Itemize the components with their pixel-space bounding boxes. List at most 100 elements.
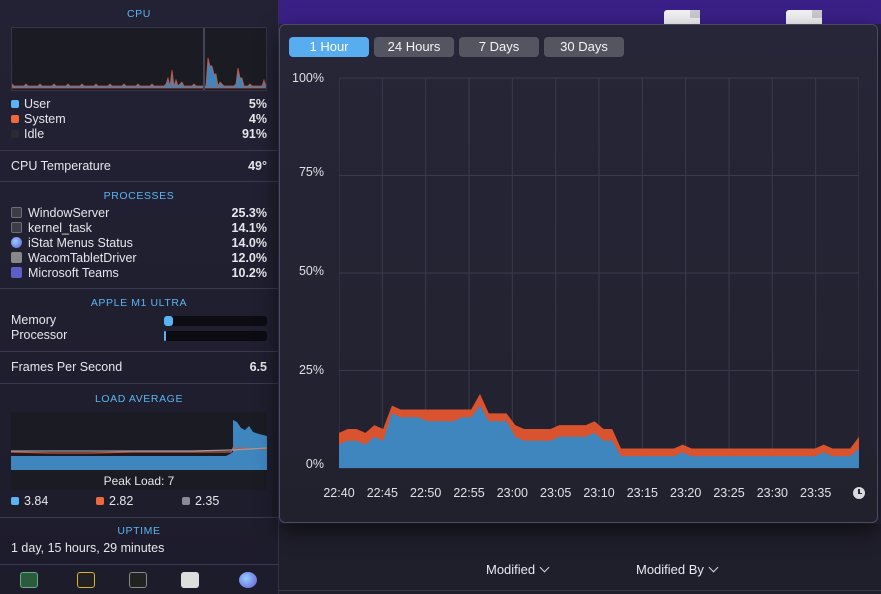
gpu-processor-label: Processor bbox=[11, 328, 68, 342]
x-tick-label: 23:35 bbox=[800, 486, 832, 500]
app-tray bbox=[0, 564, 278, 594]
x-tick-label: 23:15 bbox=[626, 486, 658, 500]
process-row[interactable]: Microsoft Teams 10.2% bbox=[11, 266, 267, 281]
fps-value: 6.5 bbox=[249, 360, 267, 374]
y-tick-label: 0% bbox=[305, 457, 324, 471]
load-1min-value: 3.84 bbox=[24, 494, 49, 508]
y-tick-label: 75% bbox=[298, 165, 324, 179]
tab-30-days[interactable]: 30 Days bbox=[544, 37, 624, 57]
gpu-processor-bar-fill bbox=[164, 331, 167, 341]
cpu-idle-value: 91% bbox=[241, 127, 267, 141]
process-name: Microsoft Teams bbox=[28, 266, 119, 280]
document-icon[interactable] bbox=[786, 10, 822, 24]
column-header-modified[interactable]: Modified bbox=[486, 562, 550, 577]
load-1min: 3.84 bbox=[11, 494, 48, 508]
process-name: kernel_task bbox=[28, 221, 92, 235]
cpu-user-row: User 5% bbox=[11, 97, 267, 112]
process-row[interactable]: WacomTabletDriver 12.0% bbox=[11, 251, 267, 266]
y-tick-label: 25% bbox=[298, 363, 324, 377]
process-cpu-value: 12.0% bbox=[231, 251, 267, 265]
x-tick-label: 23:00 bbox=[496, 486, 528, 500]
process-row[interactable]: iStat Menus Status 14.0% bbox=[11, 236, 267, 251]
process-row[interactable]: kernel_task 14.1% bbox=[11, 221, 267, 236]
chevron-down-icon bbox=[708, 562, 719, 573]
cpu-history-plot bbox=[339, 77, 859, 469]
process-row[interactable]: WindowServer 25.3% bbox=[11, 206, 267, 221]
column-header-modified-by[interactable]: Modified By bbox=[636, 562, 719, 577]
terminal-icon[interactable] bbox=[129, 572, 147, 588]
istat-icon bbox=[11, 237, 22, 248]
tab-7-days[interactable]: 7 Days bbox=[459, 37, 539, 57]
y-tick-label: 50% bbox=[298, 264, 324, 278]
load-15min-swatch bbox=[182, 497, 190, 505]
divider bbox=[0, 383, 278, 384]
tab-1-hour[interactable]: 1 Hour bbox=[289, 37, 369, 57]
document-icon[interactable] bbox=[664, 10, 700, 24]
x-tick-label: 22:45 bbox=[366, 486, 398, 500]
load-average-section-title: LOAD AVERAGE bbox=[94, 393, 184, 405]
tab-24-hours[interactable]: 24 Hours bbox=[374, 37, 454, 57]
divider bbox=[0, 150, 278, 151]
system-swatch bbox=[11, 115, 19, 123]
fps-row: Frames Per Second 6.5 bbox=[11, 360, 267, 375]
process-cpu-value: 25.3% bbox=[231, 206, 267, 220]
activity-monitor-icon[interactable] bbox=[20, 572, 38, 588]
istat-cpu-panel: CPU User 5% System 4% Idle 91% CPU Tempe… bbox=[0, 0, 279, 594]
istat-menus-icon[interactable] bbox=[239, 572, 257, 588]
uptime-section-title: UPTIME bbox=[117, 525, 161, 537]
gpu-processor-bar bbox=[164, 331, 267, 341]
user-swatch bbox=[11, 100, 19, 108]
divider bbox=[0, 181, 278, 182]
cpu-system-value: 4% bbox=[248, 112, 267, 126]
x-tick-label: 23:10 bbox=[583, 486, 615, 500]
divider bbox=[278, 590, 881, 591]
gpu-memory-label: Memory bbox=[11, 313, 57, 327]
processes-section-title: PROCESSES bbox=[103, 190, 175, 202]
uptime-row: 1 day, 15 hours, 29 minutes bbox=[11, 541, 267, 556]
cpu-history-graph bbox=[11, 28, 267, 90]
load-5min-swatch bbox=[96, 497, 104, 505]
x-tick-label: 23:05 bbox=[540, 486, 572, 500]
gpu-section-title: APPLE M1 ULTRA bbox=[90, 297, 188, 309]
cpu-user-value: 5% bbox=[248, 97, 267, 111]
x-tick-label: 23:20 bbox=[670, 486, 702, 500]
process-name: WindowServer bbox=[28, 206, 110, 220]
divider bbox=[0, 351, 278, 352]
system-information-icon[interactable] bbox=[181, 572, 199, 588]
uptime-value: 1 day, 15 hours, 29 minutes bbox=[11, 541, 165, 555]
x-tick-label: 23:25 bbox=[713, 486, 745, 500]
load-average-chart: Peak Load: 7 bbox=[11, 412, 267, 490]
load-1min-swatch bbox=[11, 497, 19, 505]
load-15min-value: 2.35 bbox=[195, 494, 220, 508]
teams-icon bbox=[11, 267, 22, 278]
peak-load-label: Peak Load: 7 bbox=[103, 474, 175, 488]
cpu-temperature-value: 49° bbox=[248, 159, 267, 173]
cpu-system-row: System 4% bbox=[11, 112, 267, 127]
load-5min: 2.82 bbox=[96, 494, 133, 508]
gpu-memory-bar-fill bbox=[164, 316, 174, 326]
cpu-idle-row: Idle 91% bbox=[11, 127, 267, 142]
process-name: WacomTabletDriver bbox=[28, 251, 137, 265]
x-tick-label: 22:50 bbox=[410, 486, 442, 500]
process-cpu-value: 10.2% bbox=[231, 266, 267, 280]
cpu-user-label: User bbox=[24, 97, 51, 111]
cpu-idle-label: Idle bbox=[24, 127, 45, 141]
gpu-memory-bar bbox=[164, 316, 267, 326]
cpu-history-popup: 1 Hour 24 Hours 7 Days 30 Days 100% 75% … bbox=[279, 24, 878, 523]
fps-label: Frames Per Second bbox=[11, 360, 123, 374]
cpu-temperature-row: CPU Temperature 49° bbox=[11, 159, 267, 174]
process-name: iStat Menus Status bbox=[28, 236, 133, 250]
console-icon[interactable] bbox=[77, 572, 95, 588]
terminal-icon bbox=[11, 222, 22, 233]
chevron-down-icon bbox=[539, 562, 550, 573]
divider bbox=[0, 517, 278, 518]
process-cpu-value: 14.0% bbox=[231, 236, 267, 250]
terminal-icon bbox=[11, 207, 22, 218]
load-5min-value: 2.82 bbox=[109, 494, 134, 508]
x-tick-label: 22:40 bbox=[323, 486, 355, 500]
cpu-temperature-label: CPU Temperature bbox=[11, 159, 111, 173]
x-tick-label: 22:55 bbox=[453, 486, 485, 500]
cpu-system-label: System bbox=[24, 112, 66, 126]
clock-icon[interactable] bbox=[853, 487, 865, 499]
wacom-icon bbox=[11, 252, 22, 263]
